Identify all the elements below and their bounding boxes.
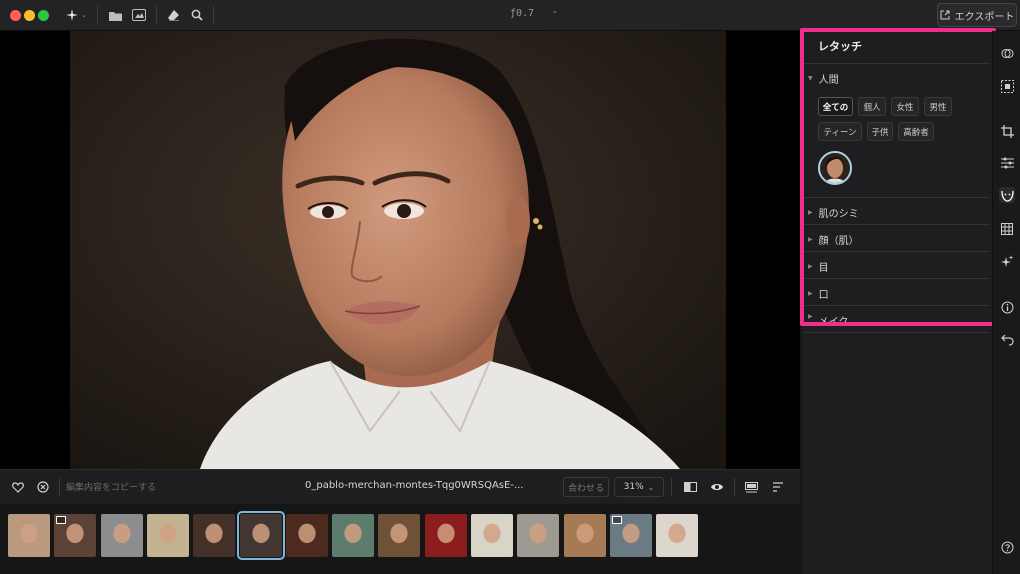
- edited-badge-icon: [611, 516, 622, 524]
- image-canvas[interactable]: [0, 31, 800, 469]
- select-subject-icon[interactable]: [999, 78, 1015, 94]
- compare-split-icon[interactable]: [682, 479, 698, 495]
- filmstrip-thumbnail[interactable]: [563, 514, 606, 557]
- zoom-value: 31%: [623, 482, 644, 492]
- toolbar-separator: [734, 478, 735, 496]
- portrait-photo: [70, 31, 726, 469]
- eraser-icon[interactable]: [165, 7, 181, 23]
- heart-icon[interactable]: [10, 479, 26, 495]
- sort-icon[interactable]: [770, 479, 786, 495]
- file-name: 0_pablo-merchan-montes-Tqg0WRSQAsE-...: [305, 480, 524, 491]
- export-button[interactable]: エクスポート: [937, 3, 1017, 27]
- export-label: エクスポート: [954, 11, 1015, 23]
- toolbar-separator: [156, 6, 157, 24]
- image-library-icon[interactable]: [131, 7, 147, 23]
- crop-icon[interactable]: [999, 123, 1015, 139]
- toolbar-separator: [671, 478, 672, 496]
- filmstrip-thumbnail[interactable]: [100, 514, 143, 557]
- filmstrip-thumbnail[interactable]: [193, 514, 236, 557]
- filmstrip-thumbnail[interactable]: [378, 514, 421, 557]
- ai-sparkle-icon[interactable]: ⌄: [66, 7, 92, 23]
- filmstrip-thumbnail[interactable]: [54, 514, 97, 557]
- undo-icon[interactable]: [999, 331, 1015, 347]
- magic-search-icon[interactable]: [189, 7, 205, 23]
- close-window-button[interactable]: [10, 10, 21, 21]
- filmstrip-thumbnail[interactable]: [332, 514, 375, 557]
- filmstrip-thumbnail[interactable]: [146, 514, 189, 557]
- folder-icon[interactable]: [107, 7, 123, 23]
- zoom-dropdown[interactable]: 31% ⌄: [614, 477, 664, 497]
- retouch-face-icon[interactable]: [999, 187, 1015, 203]
- filmstrip-thumbnail[interactable]: [424, 514, 467, 557]
- filmstrip-thumbnail[interactable]: [8, 514, 50, 557]
- window-title-suffix: -: [553, 7, 557, 18]
- help-icon[interactable]: [999, 539, 1015, 555]
- highlight-frame: [800, 28, 996, 326]
- chevron-down-icon: ⌄: [647, 482, 655, 492]
- divider: [804, 332, 990, 333]
- right-icon-rail: [992, 31, 1020, 574]
- filmstrip-thumbnail[interactable]: [236, 511, 285, 560]
- bottom-toolbar: 編集内容をコピーする 0_pablo-merchan-montes-Tqg0WR…: [0, 469, 800, 505]
- toolbar-separator: [97, 6, 98, 24]
- window-title: ƒ0.7: [510, 8, 535, 19]
- filmstrip-thumbnail[interactable]: [609, 514, 652, 557]
- info-icon[interactable]: [999, 299, 1015, 315]
- mask-icon[interactable]: [999, 45, 1015, 61]
- reject-icon[interactable]: [35, 479, 51, 495]
- filmstrip-thumbnail[interactable]: [656, 514, 699, 557]
- copy-edits-button[interactable]: 編集内容をコピーする: [66, 480, 156, 493]
- adjust-sliders-icon[interactable]: [999, 155, 1015, 171]
- filmstrip-thumbnail[interactable]: [285, 514, 328, 557]
- title-bar: ⌄ ƒ0.7 - エクスポート: [0, 0, 1020, 31]
- toolbar-separator: [213, 6, 214, 24]
- sparkle-icon[interactable]: [999, 253, 1015, 269]
- filmstrip-toggle-icon[interactable]: [743, 479, 759, 495]
- fit-label: 合わせる: [567, 483, 604, 494]
- filmstrip: [0, 504, 800, 574]
- maximize-window-button[interactable]: [38, 10, 49, 21]
- toolbar-separator: [59, 478, 60, 496]
- edited-badge-icon: [56, 516, 67, 524]
- filmstrip-thumbnail[interactable]: [517, 514, 560, 557]
- minimize-window-button[interactable]: [24, 10, 35, 21]
- grid-icon[interactable]: [999, 221, 1015, 237]
- eye-preview-icon[interactable]: [709, 479, 725, 495]
- fit-button[interactable]: 合わせる: [563, 477, 609, 497]
- export-icon: [940, 10, 950, 20]
- filmstrip-thumbnail[interactable]: [471, 514, 513, 557]
